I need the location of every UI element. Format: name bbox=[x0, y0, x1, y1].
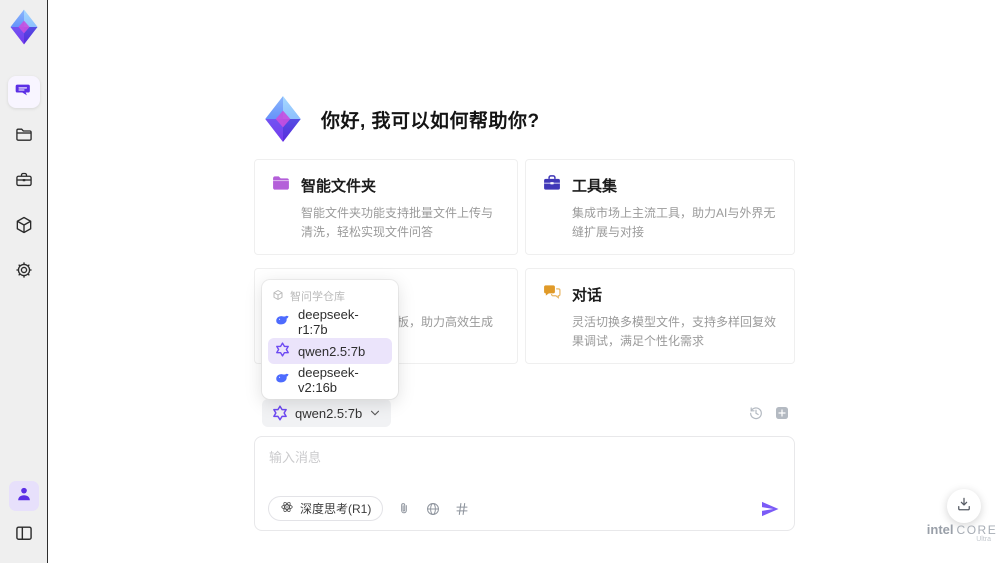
sidebar-bottom bbox=[8, 481, 40, 551]
sidebar-item-settings[interactable] bbox=[8, 256, 40, 288]
cube-icon bbox=[14, 215, 34, 240]
composer-toolbar: 深度思考(R1) bbox=[268, 496, 780, 521]
history-icon[interactable] bbox=[748, 405, 764, 421]
qwen-icon bbox=[272, 405, 288, 421]
model-dropdown-header: 智问学仓库 bbox=[268, 286, 392, 306]
attachment-icon[interactable] bbox=[396, 501, 412, 517]
download-icon bbox=[955, 495, 973, 518]
qwen-icon bbox=[275, 342, 290, 360]
sidebar-item-collapse[interactable] bbox=[8, 519, 40, 551]
model-dropdown: 智问学仓库 deepseek-r1:7b qwen2.5:7b deepseek… bbox=[262, 280, 398, 399]
briefcase-icon bbox=[14, 170, 34, 195]
send-button[interactable] bbox=[760, 499, 780, 519]
new-chat-icon[interactable] bbox=[774, 405, 790, 421]
briefcase-icon bbox=[542, 173, 562, 198]
sidebar-item-chat[interactable] bbox=[7, 76, 40, 108]
card-title: 对话 bbox=[572, 287, 603, 305]
sidebar-item-models[interactable] bbox=[8, 211, 40, 243]
hash-icon[interactable] bbox=[454, 501, 470, 517]
model-option-label: deepseek-v2:16b bbox=[298, 365, 359, 395]
deepseek-whale-icon bbox=[275, 313, 290, 331]
model-option-label: deepseek-r1:7b bbox=[298, 307, 359, 337]
model-option-qwen[interactable]: qwen2.5:7b bbox=[268, 338, 392, 364]
card-toolset[interactable]: 工具集 集成市场上主流工具，助力AI与外界无缝扩展与对接 bbox=[525, 159, 795, 256]
card-description: 灵活切换多模型文件，支持多样回复效果调试，满足个性化需求 bbox=[572, 315, 777, 348]
card-description: 智能文件夹功能支持批量文件上传与清洗，轻松实现文件问答 bbox=[301, 206, 494, 239]
intel-logo-text: intel bbox=[926, 522, 954, 537]
card-smart-folder[interactable]: 智能文件夹 智能文件夹功能支持批量文件上传与清洗，轻松实现文件问答 bbox=[254, 159, 518, 256]
card-title: 智能文件夹 bbox=[301, 178, 377, 195]
web-search-icon[interactable] bbox=[425, 501, 441, 517]
model-selector-button[interactable]: qwen2.5:7b bbox=[262, 399, 392, 427]
chat-bubbles-icon bbox=[542, 282, 562, 307]
model-selector-row: qwen2.5:7b bbox=[262, 399, 790, 427]
sidebar-item-folders[interactable] bbox=[8, 121, 40, 153]
app-logo bbox=[5, 8, 43, 46]
sidebar-item-tools[interactable] bbox=[8, 166, 40, 198]
gear-icon bbox=[14, 260, 34, 285]
intel-core-text: CORE bbox=[956, 523, 998, 537]
deep-think-label: 深度思考(R1) bbox=[300, 502, 372, 516]
deep-think-toggle[interactable]: 深度思考(R1) bbox=[268, 496, 384, 521]
model-option-label: qwen2.5:7b bbox=[298, 343, 366, 359]
sidebar bbox=[0, 0, 48, 563]
sidebar-nav bbox=[7, 76, 40, 288]
folder-icon bbox=[271, 173, 291, 198]
model-selector-value: qwen2.5:7b bbox=[295, 405, 363, 421]
message-input[interactable] bbox=[269, 447, 780, 485]
panel-icon bbox=[14, 523, 34, 548]
app-window: 你好, 我可以如何帮助你? 智能文件夹 智能文件夹功能支持批量文件上传与清洗，轻… bbox=[0, 0, 1000, 563]
model-option-deepseek-r1[interactable]: deepseek-r1:7b bbox=[268, 307, 392, 337]
deepseek-whale-icon bbox=[275, 371, 290, 389]
sidebar-item-account[interactable] bbox=[8, 481, 39, 511]
cube-icon bbox=[272, 289, 284, 304]
folder-icon bbox=[14, 125, 34, 150]
model-option-deepseek-v2[interactable]: deepseek-v2:16b bbox=[268, 365, 392, 395]
model-dropdown-header-label: 智问学仓库 bbox=[290, 291, 345, 303]
greeting-title: 你好, 我可以如何帮助你? bbox=[321, 110, 540, 132]
chat-actions bbox=[748, 405, 790, 421]
intel-core-badge: intel CORE Ultra bbox=[926, 522, 998, 543]
card-description: 集成市场上主流工具，助力AI与外界无缝扩展与对接 bbox=[572, 206, 776, 239]
download-button[interactable] bbox=[947, 489, 981, 523]
atom-icon bbox=[280, 500, 294, 517]
card-dialog[interactable]: 对话 灵活切换多模型文件，支持多样回复效果调试，满足个性化需求 bbox=[525, 268, 795, 365]
card-title: 工具集 bbox=[572, 178, 618, 195]
message-composer: 深度思考(R1) bbox=[254, 436, 795, 531]
chevron-down-icon bbox=[369, 407, 381, 419]
intel-ultra-text: Ultra bbox=[976, 536, 991, 543]
user-icon bbox=[14, 484, 34, 509]
app-logo-large bbox=[258, 94, 308, 144]
greeting: 你好, 我可以如何帮助你? bbox=[258, 94, 540, 144]
chat-icon bbox=[14, 80, 34, 105]
